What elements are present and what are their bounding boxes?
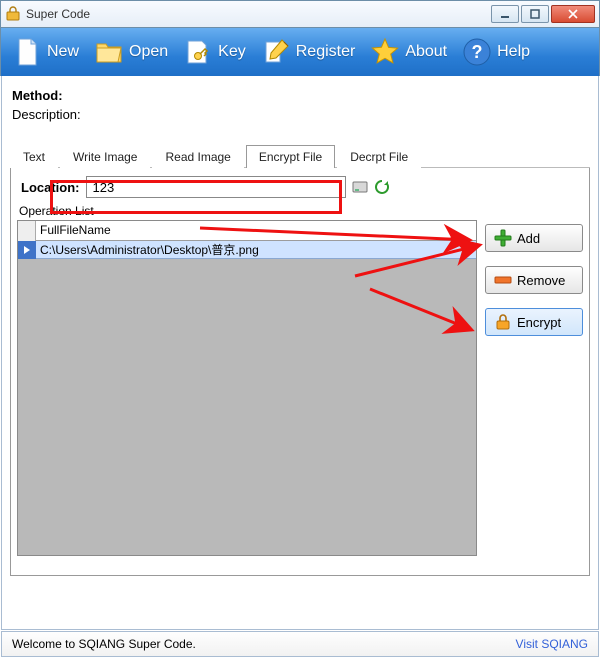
- content-area: Method: Description: Text Write Image Re…: [1, 76, 599, 630]
- remove-button[interactable]: Remove: [485, 266, 583, 294]
- folder-icon: [93, 36, 125, 68]
- title-bar: Super Code: [0, 0, 600, 28]
- open-label: Open: [129, 43, 168, 61]
- minus-icon: [494, 271, 512, 289]
- minimize-button[interactable]: [491, 5, 519, 23]
- tab-text[interactable]: Text: [10, 145, 58, 168]
- help-button[interactable]: ? Help: [457, 32, 538, 72]
- key-label: Key: [218, 43, 246, 61]
- plus-icon: [494, 229, 512, 247]
- tab-strip: Text Write Image Read Image Encrypt File…: [10, 144, 590, 168]
- tab-read-image[interactable]: Read Image: [152, 145, 243, 168]
- encrypt-label: Encrypt: [517, 315, 561, 330]
- browse-disk-icon[interactable]: [352, 179, 368, 195]
- new-label: New: [47, 43, 79, 61]
- description-label: Description:: [12, 107, 81, 122]
- grid-header[interactable]: FullFileName: [18, 221, 476, 241]
- operation-list-label: Operation List: [19, 204, 583, 218]
- location-label: Location:: [21, 180, 80, 195]
- location-input[interactable]: [86, 176, 346, 198]
- about-button[interactable]: About: [365, 32, 455, 72]
- tab-write-image[interactable]: Write Image: [60, 145, 150, 168]
- register-label: Register: [296, 43, 356, 61]
- about-label: About: [405, 43, 447, 61]
- remove-label: Remove: [517, 273, 565, 288]
- encrypt-file-panel: Location: Operation List FullFileName C:…: [10, 168, 590, 576]
- table-row[interactable]: C:\Users\Administrator\Desktop\普京.png: [18, 241, 476, 259]
- app-icon: [5, 6, 21, 22]
- maximize-button[interactable]: [521, 5, 549, 23]
- operation-list-grid[interactable]: FullFileName C:\Users\Administrator\Desk…: [17, 220, 477, 556]
- refresh-icon[interactable]: [374, 179, 390, 195]
- status-text: Welcome to SQIANG Super Code.: [12, 637, 196, 651]
- close-button[interactable]: [551, 5, 595, 23]
- encrypt-button[interactable]: Encrypt: [485, 308, 583, 336]
- tab-encrypt-file[interactable]: Encrypt File: [246, 145, 335, 168]
- lock-icon: [494, 313, 512, 331]
- add-button[interactable]: Add: [485, 224, 583, 252]
- svg-text:?: ?: [472, 42, 483, 62]
- add-label: Add: [517, 231, 540, 246]
- visit-link[interactable]: Visit SQIANG: [516, 637, 588, 651]
- register-button[interactable]: Register: [256, 32, 364, 72]
- new-document-icon: [11, 36, 43, 68]
- status-bar: Welcome to SQIANG Super Code. Visit SQIA…: [1, 631, 599, 657]
- register-pencil-icon: [260, 36, 292, 68]
- cell-fullfilename: C:\Users\Administrator\Desktop\普京.png: [36, 241, 259, 258]
- new-button[interactable]: New: [7, 32, 87, 72]
- column-fullfilename: FullFileName: [40, 223, 111, 237]
- tab-decrypt-file[interactable]: Decrpt File: [337, 145, 421, 168]
- open-button[interactable]: Open: [89, 32, 176, 72]
- help-icon: ?: [461, 36, 493, 68]
- main-toolbar: New Open Key Register About ? Help: [0, 28, 600, 76]
- help-label: Help: [497, 43, 530, 61]
- row-selector-icon: [18, 241, 36, 259]
- key-icon: [182, 36, 214, 68]
- key-button[interactable]: Key: [178, 32, 254, 72]
- star-icon: [369, 36, 401, 68]
- window-title: Super Code: [26, 7, 489, 21]
- method-label: Method:: [12, 88, 63, 103]
